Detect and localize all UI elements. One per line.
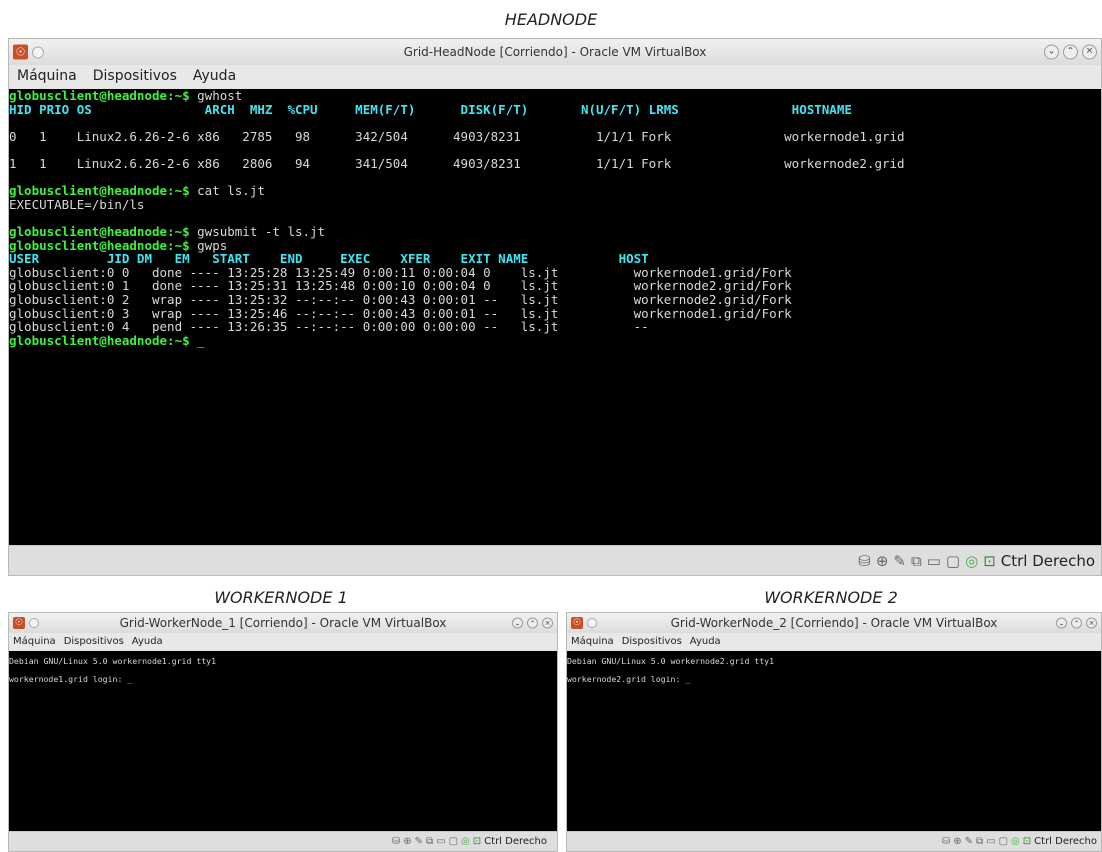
command: cat ls.jt (189, 183, 265, 199)
headnode-statusbar: ⛁ ⊕ ✎ ⧉ ▭ ▢ ◎ ⊡ Ctrl Derecho (9, 545, 1101, 575)
headnode-console[interactable]: globusclient@headnode:~$ gwhost HID PRIO… (9, 89, 1101, 546)
network-icon[interactable]: ⧉ (976, 836, 983, 847)
mouse-integration-icon[interactable]: ⊡ (1023, 836, 1031, 847)
cdrom-icon[interactable]: ⊕ (876, 552, 889, 570)
worker2-app-icons: ☉ (571, 617, 597, 629)
shared-folders-icon[interactable]: ▭ (927, 552, 941, 570)
close-icon[interactable]: ✕ (542, 617, 553, 629)
gwhost-row: 1 1 Linux2.6.26-2-6 x86 2806 94 341/504 … (9, 155, 905, 171)
usb-icon[interactable]: ✎ (965, 836, 973, 847)
window-title: Grid-WorkerNode_1 [Corriendo] - Oracle V… (119, 616, 447, 630)
maximize-icon[interactable]: ⌃ (1071, 617, 1082, 629)
virtualization-icon[interactable]: ◎ (461, 836, 470, 847)
prompt: globusclient@headnode:~$ (9, 332, 190, 348)
menu-maquina[interactable]: Máquina (17, 68, 77, 84)
menu-dispositivos[interactable]: Dispositivos (64, 636, 124, 647)
window-title: Grid-HeadNode [Corriendo] - Oracle VM Vi… (403, 45, 707, 59)
cat-output: EXECUTABLE=/bin/ls (9, 196, 145, 212)
cdrom-icon[interactable]: ⊕ (403, 836, 411, 847)
pin-icon[interactable] (29, 618, 39, 628)
caption-worker2: WORKERNODE 2 (764, 588, 898, 607)
worker1-terminal: Debian GNU/Linux 5.0 workernode1.grid tt… (9, 657, 216, 684)
worker2-window: ☉ Grid-WorkerNode_2 [Corriendo] - Oracle… (566, 612, 1102, 852)
worker2-menubar: Máquina Dispositivos Ayuda (567, 633, 1101, 649)
host-key-label: Ctrl Derecho (484, 836, 547, 847)
usb-icon[interactable]: ✎ (415, 836, 423, 847)
network-icon[interactable]: ⧉ (911, 552, 922, 570)
headnode-app-icons: ☉ (13, 44, 44, 60)
harddisk-icon[interactable]: ⛁ (942, 836, 950, 847)
worker1-titlebar[interactable]: ☉ Grid-WorkerNode_1 [Corriendo] - Oracle… (9, 613, 557, 633)
minimize-icon[interactable]: ⌄ (512, 617, 523, 629)
worker2-terminal: Debian GNU/Linux 5.0 workernode2.grid tt… (567, 657, 774, 684)
menu-dispositivos[interactable]: Dispositivos (622, 636, 682, 647)
menu-maquina[interactable]: Máquina (13, 636, 56, 647)
text-cursor: _ (127, 674, 133, 684)
worker2-statusbar: ⛁ ⊕ ✎ ⧉ ▭ ▢ ◎ ⊡ Ctrl Derecho (567, 831, 1101, 851)
mouse-integration-icon[interactable]: ⊡ (983, 552, 996, 570)
capture-icon[interactable]: ▢ (946, 552, 960, 570)
window-controls: ⌄ ⌃ ✕ (1056, 617, 1097, 629)
capture-icon[interactable]: ▢ (449, 836, 458, 847)
minimize-icon[interactable]: ⌄ (1056, 617, 1067, 629)
worker2-console[interactable]: Debian GNU/Linux 5.0 workernode2.grid tt… (567, 651, 1101, 834)
worker1-window: ☉ Grid-WorkerNode_1 [Corriendo] - Oracle… (8, 612, 558, 852)
menu-ayuda[interactable]: Ayuda (690, 636, 721, 647)
worker1-menubar: Máquina Dispositivos Ayuda (9, 633, 557, 649)
menu-dispositivos[interactable]: Dispositivos (93, 68, 177, 84)
gwhost-row: 0 1 Linux2.6.26-2-6 x86 2785 98 342/504 … (9, 128, 905, 144)
usb-icon[interactable]: ✎ (893, 552, 906, 570)
worker1-app-icons: ☉ (13, 617, 39, 629)
pin-icon[interactable] (32, 46, 44, 58)
headnode-titlebar[interactable]: ☉ Grid-HeadNode [Corriendo] - Oracle VM … (9, 39, 1101, 65)
maximize-icon[interactable]: ⌃ (1063, 44, 1078, 60)
shared-folders-icon[interactable]: ▭ (986, 836, 995, 847)
worker2-titlebar[interactable]: ☉ Grid-WorkerNode_2 [Corriendo] - Oracle… (567, 613, 1101, 633)
worker1-console[interactable]: Debian GNU/Linux 5.0 workernode1.grid tt… (9, 651, 557, 834)
capture-icon[interactable]: ▢ (999, 836, 1008, 847)
caption-headnode: HEADNODE (504, 10, 598, 29)
virtualbox-icon[interactable]: ☉ (13, 44, 28, 60)
virtualization-icon[interactable]: ◎ (1011, 836, 1020, 847)
text-cursor: _ (197, 332, 205, 348)
headnode-menubar: Máquina Dispositivos Ayuda (9, 65, 1101, 87)
network-icon[interactable]: ⧉ (426, 836, 433, 847)
window-controls: ⌄ ⌃ ✕ (512, 617, 553, 629)
mouse-integration-icon[interactable]: ⊡ (473, 836, 481, 847)
menu-ayuda[interactable]: Ayuda (193, 68, 236, 84)
menu-ayuda[interactable]: Ayuda (132, 636, 163, 647)
virtualization-icon[interactable]: ◎ (965, 552, 978, 570)
shared-folders-icon[interactable]: ▭ (436, 836, 445, 847)
cdrom-icon[interactable]: ⊕ (953, 836, 961, 847)
host-key-label: Ctrl Derecho (1000, 551, 1095, 570)
caption-worker1: WORKERNODE 1 (214, 588, 348, 607)
window-title: Grid-WorkerNode_2 [Corriendo] - Oracle V… (670, 616, 998, 630)
virtualbox-icon[interactable]: ☉ (13, 617, 25, 629)
window-controls: ⌄ ⌃ ✕ (1044, 44, 1097, 60)
worker1-statusbar: ⛁ ⊕ ✎ ⧉ ▭ ▢ ◎ ⊡ Ctrl Derecho (9, 831, 557, 851)
headnode-terminal: globusclient@headnode:~$ gwhost HID PRIO… (9, 89, 905, 347)
close-icon[interactable]: ✕ (1086, 617, 1097, 629)
text-cursor: _ (685, 674, 691, 684)
host-key-label: Ctrl Derecho (1034, 836, 1097, 847)
harddisk-icon[interactable]: ⛁ (858, 552, 871, 570)
tty-banner: Debian GNU/Linux 5.0 workernode2.grid tt… (567, 656, 775, 666)
minimize-icon[interactable]: ⌄ (1044, 44, 1059, 60)
close-icon[interactable]: ✕ (1082, 44, 1097, 60)
maximize-icon[interactable]: ⌃ (527, 617, 538, 629)
tty-banner: Debian GNU/Linux 5.0 workernode1.grid tt… (9, 656, 217, 666)
login-prompt: workernode2.grid login: (567, 674, 686, 684)
headnode-window: ☉ Grid-HeadNode [Corriendo] - Oracle VM … (8, 38, 1102, 576)
harddisk-icon[interactable]: ⛁ (392, 836, 400, 847)
menu-maquina[interactable]: Máquina (571, 636, 614, 647)
pin-icon[interactable] (587, 618, 597, 628)
login-prompt: workernode1.grid login: (9, 674, 128, 684)
gwhost-header: HID PRIO OS ARCH MHZ %CPU MEM(F/T) DISK(… (9, 101, 852, 117)
virtualbox-icon[interactable]: ☉ (571, 617, 583, 629)
